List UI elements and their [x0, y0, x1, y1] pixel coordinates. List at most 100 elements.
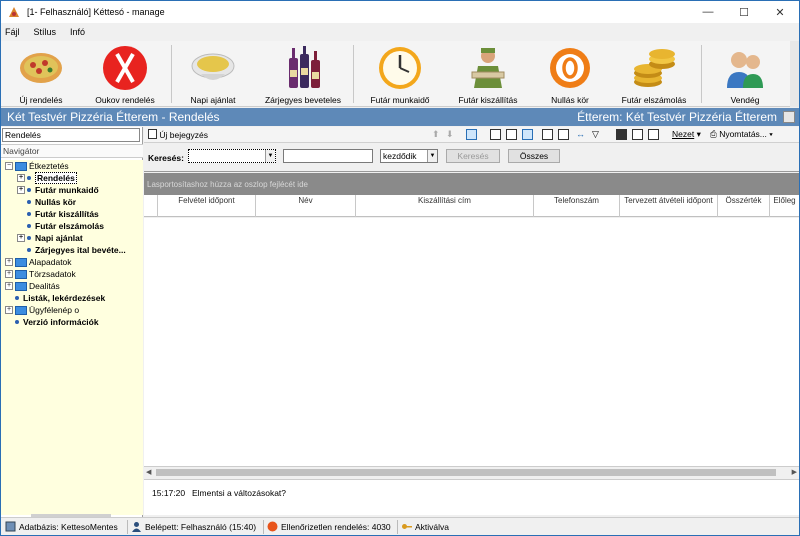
status-bar: Adatbázis: KettesoMentes Belépett: Felha… — [1, 517, 799, 535]
tree-node-order[interactable]: + Rendelés — [17, 172, 77, 184]
tree-node-excise-drinks[interactable]: Zárjegyes ital bevéte... — [27, 244, 126, 256]
dropdown-icon[interactable]: ▼ — [265, 150, 275, 162]
maximize-button[interactable]: ☐ — [727, 1, 761, 23]
toolbar-scroll[interactable] — [790, 41, 799, 107]
bullet-icon — [15, 320, 19, 324]
tree-node-reports[interactable]: Listák, lekérdezések — [15, 292, 105, 304]
move-down-icon[interactable]: ⬇ — [446, 129, 457, 140]
expand-icon[interactable]: + — [17, 234, 25, 242]
dropdown-icon[interactable]: ▼ — [427, 150, 437, 162]
expand-icon[interactable]: + — [5, 282, 13, 290]
tree-node-courier-worktime[interactable]: + Futár munkaidő — [17, 184, 99, 196]
toolbar-separator — [353, 45, 354, 103]
column-header[interactable]: Összérték — [718, 195, 770, 217]
move-up-icon[interactable]: ⬆ — [432, 129, 443, 140]
tree-node-zero-round[interactable]: Nullás kör — [27, 196, 76, 208]
cancelled-order-button[interactable]: Oukov rendelés — [81, 41, 169, 107]
search-button[interactable]: Keresés — [446, 149, 500, 163]
courier-worktime-button[interactable]: Futár munkaidő — [355, 41, 445, 107]
horizontal-scrollbar[interactable]: ◀ ▶ — [144, 466, 799, 477]
layout-3-icon[interactable] — [522, 129, 533, 140]
toolbar-separator — [171, 45, 172, 103]
layout-1-icon[interactable] — [490, 129, 501, 140]
new-record-button[interactable]: Új bejegyzés — [148, 129, 208, 140]
close-button[interactable]: ✕ — [763, 1, 797, 23]
printer-icon: ⎙ — [710, 129, 717, 139]
excise-drinks-button[interactable]: Zárjegyes beveteles — [255, 41, 351, 107]
restaurant-name: Étterem: Két Testvér Pizzéria Étterem — [577, 110, 777, 124]
expand-icon[interactable]: + — [17, 186, 25, 194]
group-by-hint: Lasportosítashoz húzza az oszlop fejlécé… — [147, 180, 308, 189]
scroll-right-icon[interactable]: ▶ — [792, 468, 797, 476]
search-label: Keresés: — [148, 153, 184, 163]
resize-icon[interactable]: ↔ — [576, 129, 587, 140]
rows-icon[interactable] — [648, 129, 659, 140]
tree-node-version-info[interactable]: Verzió információk — [15, 316, 99, 328]
column-header[interactable]: Tervezett átvételi időpont — [620, 195, 718, 217]
search-icon[interactable] — [466, 129, 477, 140]
courier-worktime-label: Futár munkaidő — [370, 95, 430, 105]
layout-4-icon[interactable] — [542, 129, 553, 140]
excise-drinks-label: Zárjegyes beveteles — [264, 95, 342, 105]
show-all-button[interactable]: Összes — [508, 149, 560, 163]
scroll-thumb[interactable] — [156, 469, 776, 476]
clock-icon — [379, 47, 421, 89]
database-icon — [5, 521, 16, 532]
column-header[interactable]: Kiszállítási cím — [356, 195, 534, 217]
bullet-icon — [27, 224, 31, 228]
column-header[interactable]: Felvétel időpont — [158, 195, 256, 217]
menu-file[interactable]: Fájl — [5, 27, 20, 37]
daily-offer-button[interactable]: Napi ajánlat — [173, 41, 253, 107]
navigator-search-input[interactable]: Rendelés — [2, 128, 140, 142]
status-unchecked-orders[interactable]: Ellenőrizetlen rendelés: 4030 — [267, 521, 391, 532]
expand-icon[interactable]: + — [5, 270, 13, 278]
expand-icon[interactable]: + — [5, 306, 13, 314]
zero-round-button[interactable]: Nullás kör — [531, 41, 609, 107]
search-column-select[interactable]: ▼ — [188, 149, 276, 163]
column-header[interactable]: Név — [256, 195, 356, 217]
menu-style[interactable]: Stílus — [34, 27, 57, 37]
layout-5-icon[interactable] — [558, 129, 569, 140]
print-menu[interactable]: ⎙ Nyomtatás... ▾ — [710, 129, 773, 140]
courier-delivery-button[interactable]: Futár kiszállítás — [445, 41, 531, 107]
tree-node-dealitas[interactable]: + Dealitás — [5, 280, 60, 292]
folder-icon — [15, 269, 27, 279]
navigator-pane: Rendelés Navigátor − Étkeztetés + Rendelés… — [1, 127, 143, 517]
scroll-left-icon[interactable]: ◀ — [146, 468, 151, 476]
wine-bottles-icon — [289, 46, 320, 88]
menu-info[interactable]: Infó — [70, 27, 85, 37]
guest-button[interactable]: Vendég — [703, 41, 787, 107]
tree-node-basic-data[interactable]: + Alapadatok — [5, 256, 72, 268]
filter-icon[interactable]: ▽ — [592, 129, 603, 140]
view-menu[interactable]: Nezet ▾ — [672, 129, 701, 140]
print-label: Nyomtatás... — [719, 129, 767, 139]
courier-settlement-button[interactable]: Futár elszámolás — [609, 41, 699, 107]
layout-2-icon[interactable] — [506, 129, 517, 140]
new-order-label: Új rendelés — [19, 95, 63, 105]
tree-node-daily-offer[interactable]: + Napi ajánlat — [17, 232, 83, 244]
tree-node-catering[interactable]: − Étkeztetés — [5, 160, 69, 172]
save-icon[interactable] — [616, 129, 627, 140]
group-by-area[interactable]: Lasportosítashoz húzza az oszlop fejlécé… — [144, 173, 799, 195]
minimize-button[interactable]: — — [691, 1, 725, 23]
column-header[interactable]: Telefonszám — [534, 195, 620, 217]
bullet-icon — [27, 248, 31, 252]
tree-node-master-data[interactable]: + Törzsadatok — [5, 268, 76, 280]
tree-node-courier-delivery[interactable]: Futár kiszállítás — [27, 208, 99, 220]
column-header[interactable]: Előleg — [770, 195, 799, 217]
new-order-button[interactable]: Új rendelés — [1, 41, 81, 107]
search-mode-select[interactable]: kezdődik ▼ — [380, 149, 438, 163]
folder-icon — [15, 305, 27, 315]
bullet-icon — [27, 212, 31, 216]
search-text-input[interactable] — [283, 149, 373, 163]
data-grid[interactable] — [144, 218, 799, 466]
title-bar: [1- Felhasználó] Kéttesó - manage — ☐ ✕ — [1, 1, 799, 23]
header-menu-icon[interactable] — [783, 111, 795, 123]
tree-node-courier-settlement[interactable]: Futár elszámolás — [27, 220, 104, 232]
expand-icon[interactable]: + — [5, 258, 13, 266]
application-window: [1- Felhasználó] Kéttesó - manage — ☐ ✕ … — [0, 0, 800, 536]
expand-icon[interactable]: + — [17, 174, 25, 182]
columns-icon[interactable] — [632, 129, 643, 140]
tree-node-customer[interactable]: + Ügyfélenép o — [5, 304, 79, 316]
collapse-icon[interactable]: − — [5, 162, 13, 170]
